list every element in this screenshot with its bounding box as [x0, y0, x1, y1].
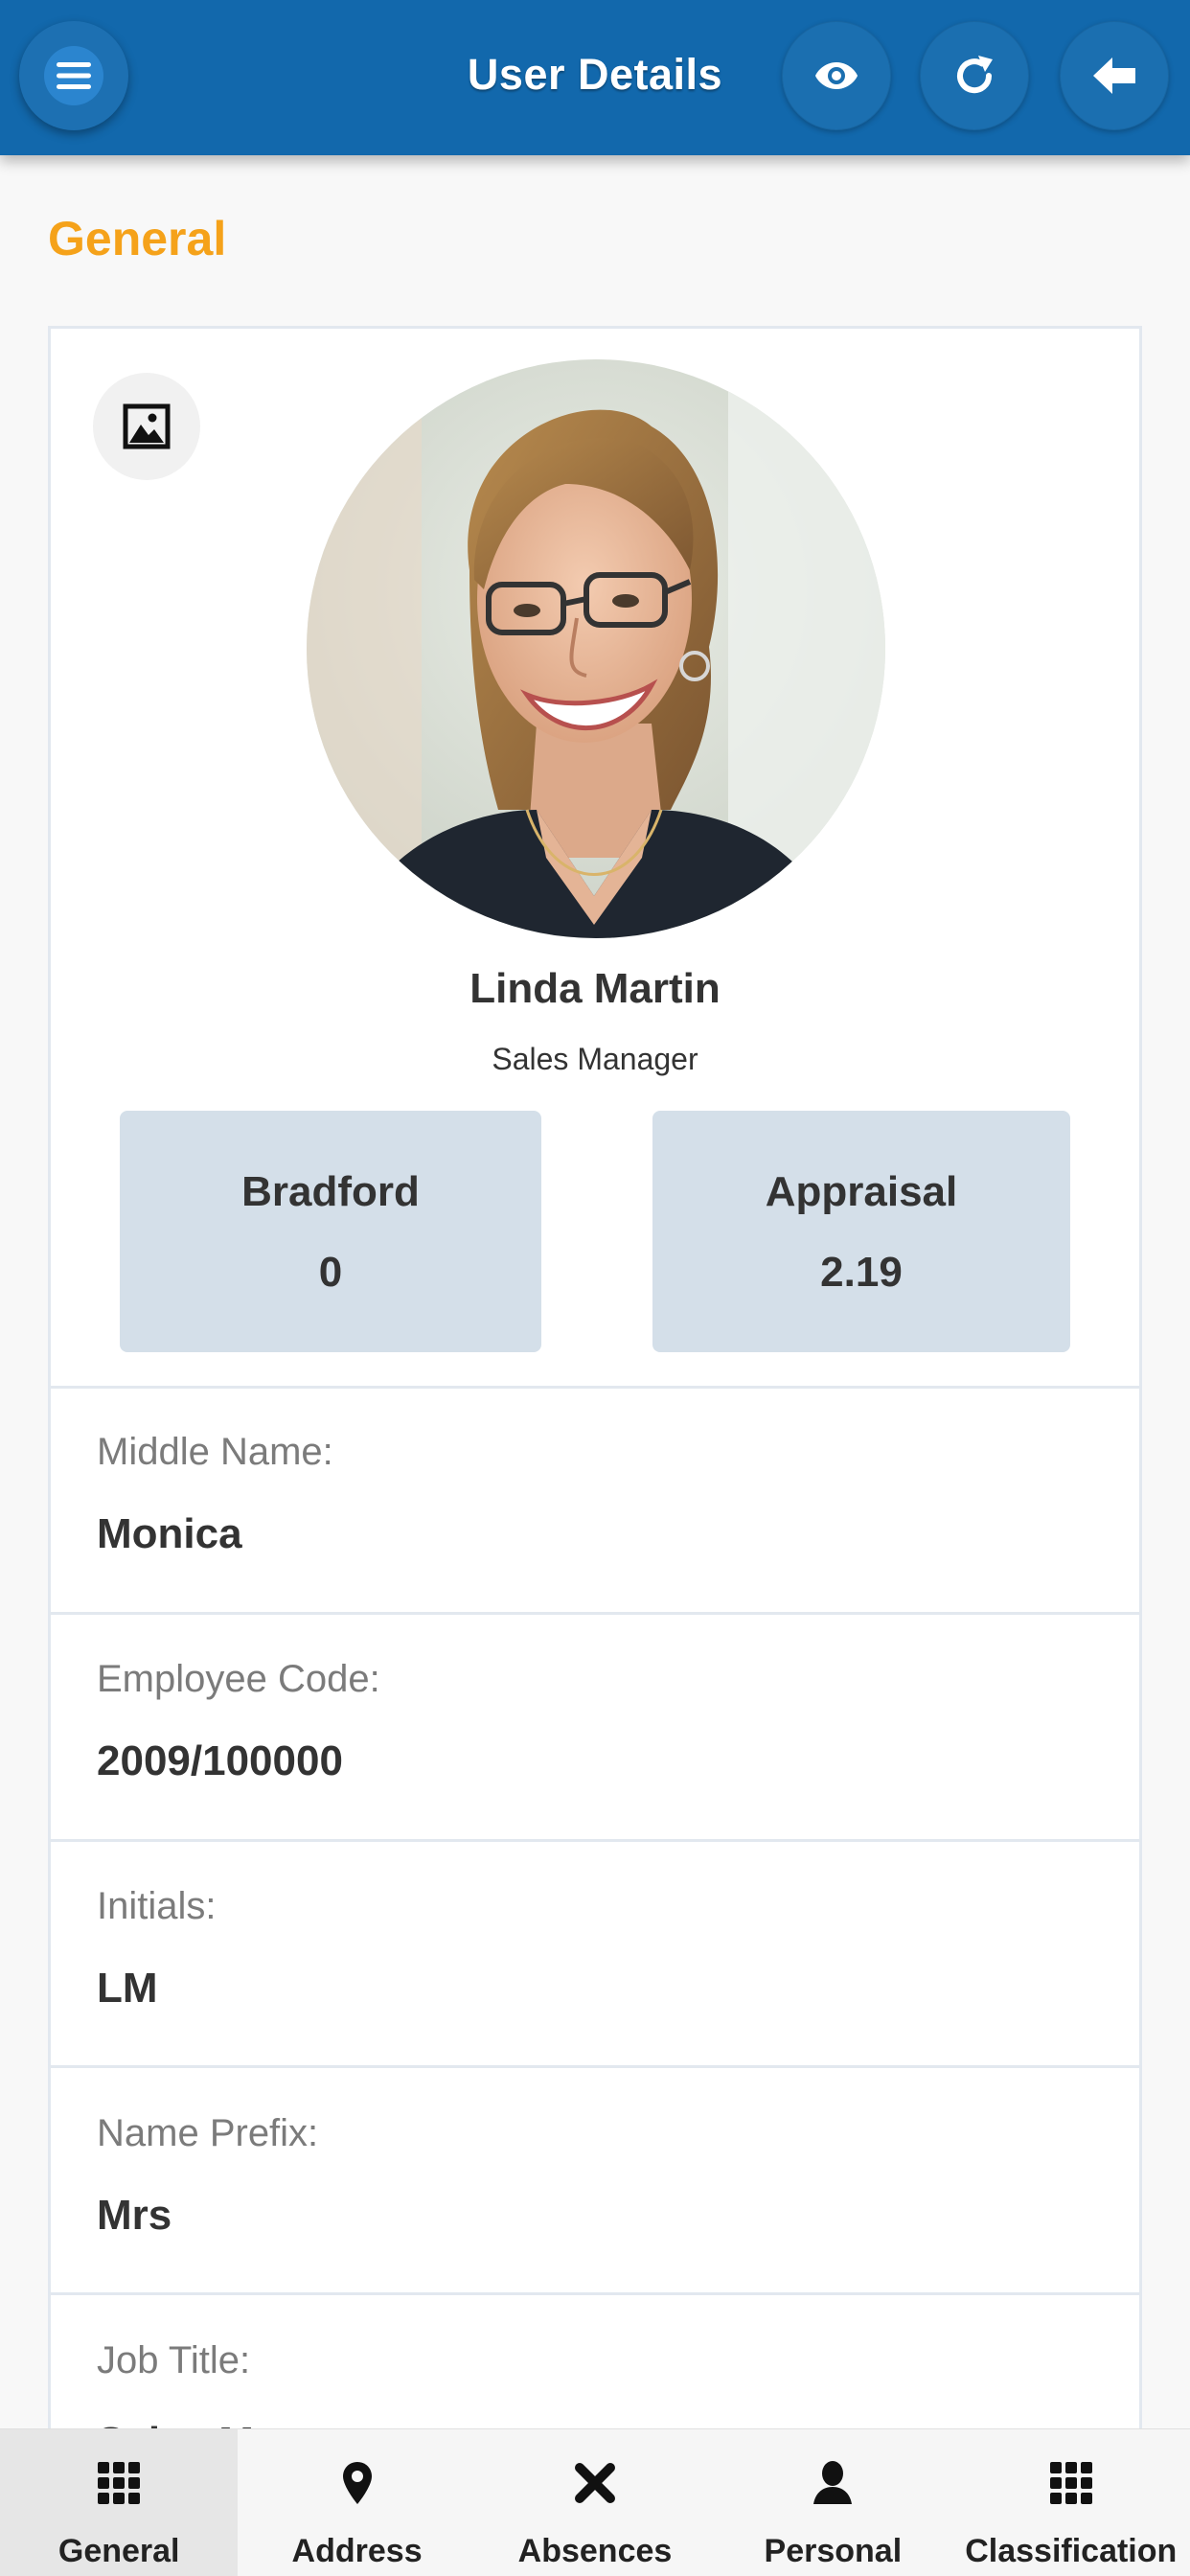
tab-classification[interactable]: Classification [952, 2429, 1190, 2576]
field-label: Name Prefix: [97, 2112, 319, 2154]
stat-bradford: Bradford 0 [120, 1111, 541, 1352]
header-bar: User Details [0, 0, 1190, 155]
divider [51, 2292, 1139, 2295]
divider [51, 1612, 1139, 1615]
user-details-card: Linda Martin Sales Manager Bradford 0 Ap… [48, 326, 1142, 2576]
arrow-left-icon [1093, 58, 1135, 94]
field-value: LM [97, 1965, 158, 2012]
stat-appraisal: Appraisal 2.19 [652, 1111, 1070, 1352]
field-value: 2009/100000 [97, 1737, 343, 1784]
field-value: Monica [97, 1510, 242, 1557]
tab-address[interactable]: Address [238, 2429, 475, 2576]
profile-name: Linda Martin [469, 965, 721, 1012]
divider [51, 1386, 1139, 1389]
divider [51, 2065, 1139, 2068]
stat-label: Appraisal [765, 1168, 958, 1215]
tab-label: Address [291, 2533, 423, 2569]
change-photo-button[interactable] [93, 373, 200, 480]
stat-value: 0 [318, 1249, 343, 1296]
stat-label: Bradford [241, 1168, 420, 1215]
tab-label: General [57, 2533, 180, 2569]
view-button[interactable] [782, 21, 891, 130]
divider [51, 1839, 1139, 1842]
refresh-icon [957, 56, 993, 94]
app-root: User Details General Linda Martin Sales … [0, 0, 1190, 2576]
stat-value: 2.19 [820, 1249, 903, 1296]
field-label: Middle Name: [97, 1431, 333, 1473]
back-button[interactable] [1060, 21, 1169, 130]
field-label: Employee Code: [97, 1658, 380, 1700]
tab-general[interactable]: General [0, 2429, 239, 2576]
field-label: Initials: [97, 1885, 217, 1927]
bottom-tabbar: General Address Absences Personal Classi… [0, 2428, 1190, 2576]
tab-label: Absences [517, 2533, 673, 2569]
tab-absences[interactable]: Absences [476, 2429, 714, 2576]
section-title: General [48, 212, 227, 265]
image-icon [123, 403, 171, 449]
tab-label: Personal [764, 2533, 903, 2569]
avatar [307, 359, 885, 938]
person-icon [813, 2461, 853, 2504]
profile-role: Sales Manager [492, 1042, 698, 1076]
field-middle-name: Middle Name: Monica [97, 1431, 1055, 1558]
eye-icon [815, 62, 858, 89]
tab-personal[interactable]: Personal [714, 2429, 951, 2576]
map-pin-icon [342, 2462, 372, 2504]
field-initials: Initials: LM [97, 1885, 1055, 2012]
grid-icon [1049, 2462, 1092, 2504]
refresh-button[interactable] [920, 21, 1029, 130]
field-value: Mrs [97, 2192, 172, 2239]
field-label: Job Title: [97, 2339, 251, 2381]
tab-label: Classification [965, 2533, 1178, 2569]
grid-icon [98, 2462, 141, 2504]
close-icon [574, 2463, 615, 2503]
field-employee-code: Employee Code: 2009/100000 [97, 1658, 1055, 1785]
field-name-prefix: Name Prefix: Mrs [97, 2112, 1055, 2240]
